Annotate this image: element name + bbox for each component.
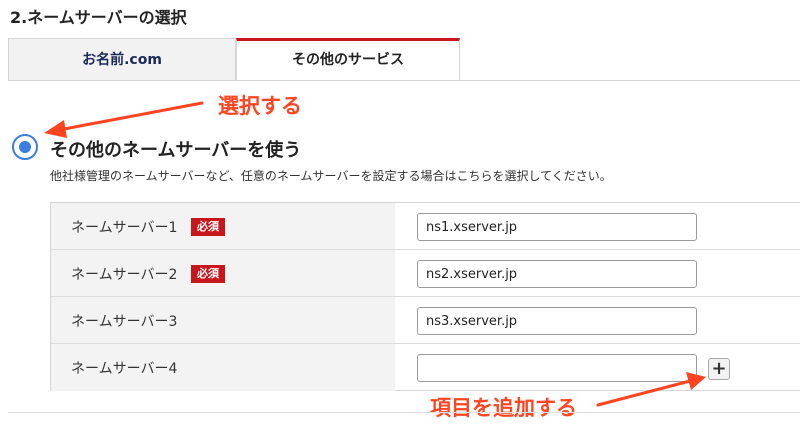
tab-onamae[interactable]: お名前.com <box>8 38 236 80</box>
nameserver-label-3: ネームサーバー3 <box>71 314 178 330</box>
nameserver-label-cell: ネームサーバー3 <box>51 297 395 343</box>
nameserver-label-1: ネームサーバー1 <box>71 220 178 236</box>
nameserver-row-2: ネームサーバー2 必須 <box>51 250 800 297</box>
nameserver-input-3[interactable] <box>417 307 697 335</box>
nameserver-label-cell: ネームサーバー1 必須 <box>51 203 395 249</box>
required-badge: 必須 <box>191 218 225 236</box>
nameserver-row-3: ネームサーバー3 <box>51 297 800 344</box>
nameserver-label-4: ネームサーバー4 <box>71 361 178 377</box>
nameserver-row-1: ネームサーバー1 必須 <box>51 203 800 250</box>
section-title: 2.ネームサーバーの選択 <box>10 8 187 27</box>
nameserver-input-1[interactable] <box>417 213 697 241</box>
other-nameserver-label[interactable]: その他のネームサーバーを使う <box>50 136 301 162</box>
plus-icon: + <box>711 358 727 379</box>
annotation-select: 選択する <box>218 94 302 118</box>
nameserver-label-cell: ネームサーバー4 <box>51 344 395 391</box>
option-description: 他社様管理のネームサーバーなど、任意のネームサーバーを設定する場合はこちらを選択… <box>50 169 612 183</box>
nameserver-input-4[interactable] <box>417 354 697 382</box>
annotation-add-item: 項目を追加する <box>430 396 577 420</box>
nameserver-label-cell: ネームサーバー2 必須 <box>51 250 395 296</box>
arrow-to-radio <box>44 101 204 138</box>
nameserver-input-2[interactable] <box>417 260 697 288</box>
tab-other-services[interactable]: その他のサービス <box>236 38 460 81</box>
radio-selected-dot <box>19 141 31 153</box>
tab-divider <box>8 80 800 81</box>
add-nameserver-button[interactable]: + <box>708 358 730 380</box>
nameserver-table: ネームサーバー1 必須 ネームサーバー2 必須 ネームサーバー3 ネームサーバー… <box>50 202 800 391</box>
nameserver-row-4: ネームサーバー4 <box>51 344 800 391</box>
nameserver-label-2: ネームサーバー2 <box>71 267 178 283</box>
required-badge: 必須 <box>191 265 225 283</box>
other-nameserver-radio[interactable] <box>12 134 38 160</box>
section-bottom-divider <box>8 412 800 413</box>
